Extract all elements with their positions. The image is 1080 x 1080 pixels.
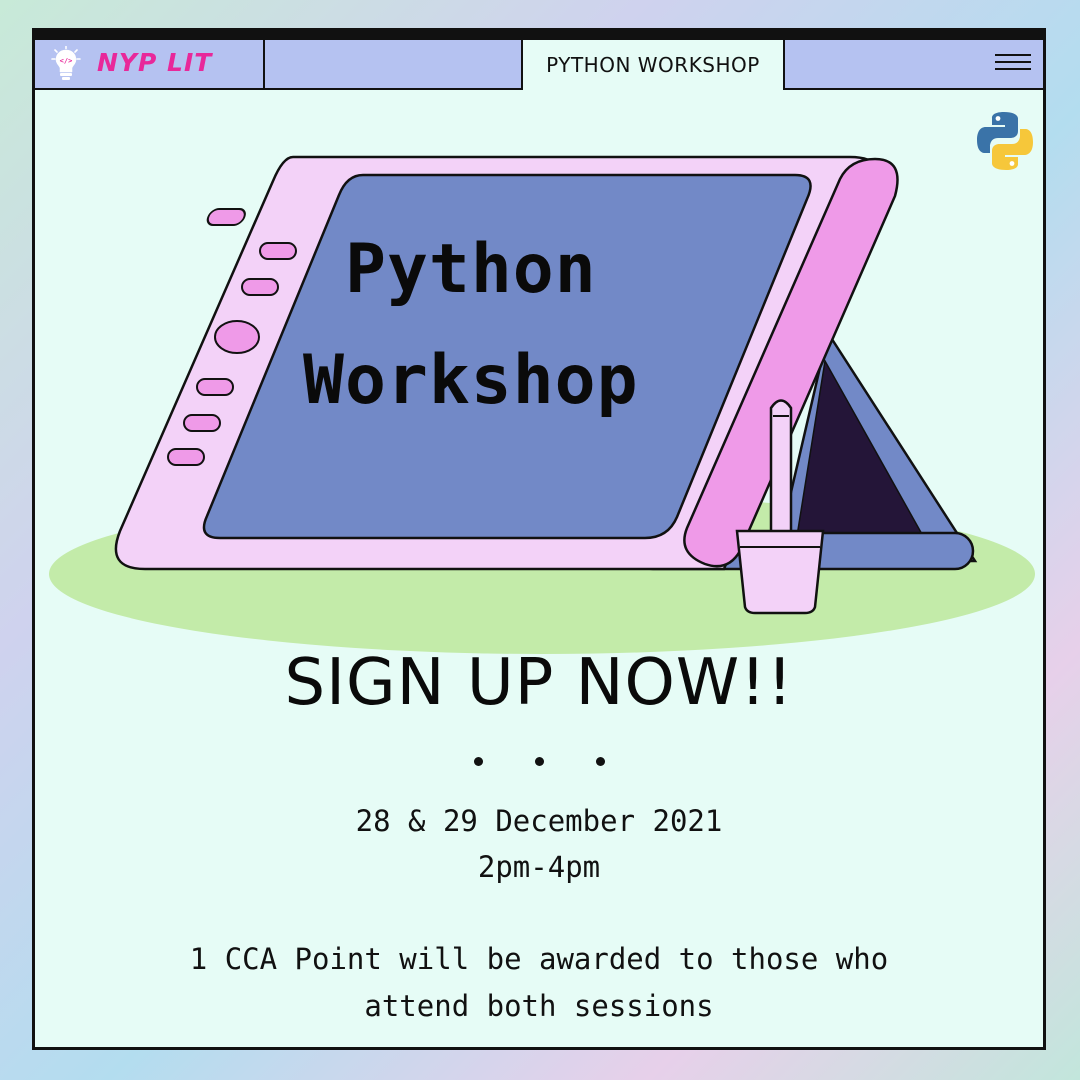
hero-title-line-1: Python (345, 230, 597, 309)
pen-holder-cup (735, 529, 825, 615)
dot (595, 757, 605, 766)
event-date: 28 & 29 December 2021 (355, 804, 723, 838)
signup-headline: SIGN UP NOW!! (284, 646, 794, 720)
hero-title-line-2: Workshop (303, 341, 639, 420)
stylus-pen (769, 399, 793, 543)
dot (534, 757, 544, 766)
dot (473, 757, 483, 766)
poster-window: </> NYP LIT PYTHON WORKSHOP Python Works… (32, 28, 1046, 1050)
cca-note-line-2: attend both sessions (364, 989, 714, 1023)
ellipsis-dots (35, 757, 1043, 766)
event-time: 2pm-4pm (477, 850, 601, 884)
cca-note-line-1: 1 CCA Point will be awarded to those who (189, 942, 889, 976)
